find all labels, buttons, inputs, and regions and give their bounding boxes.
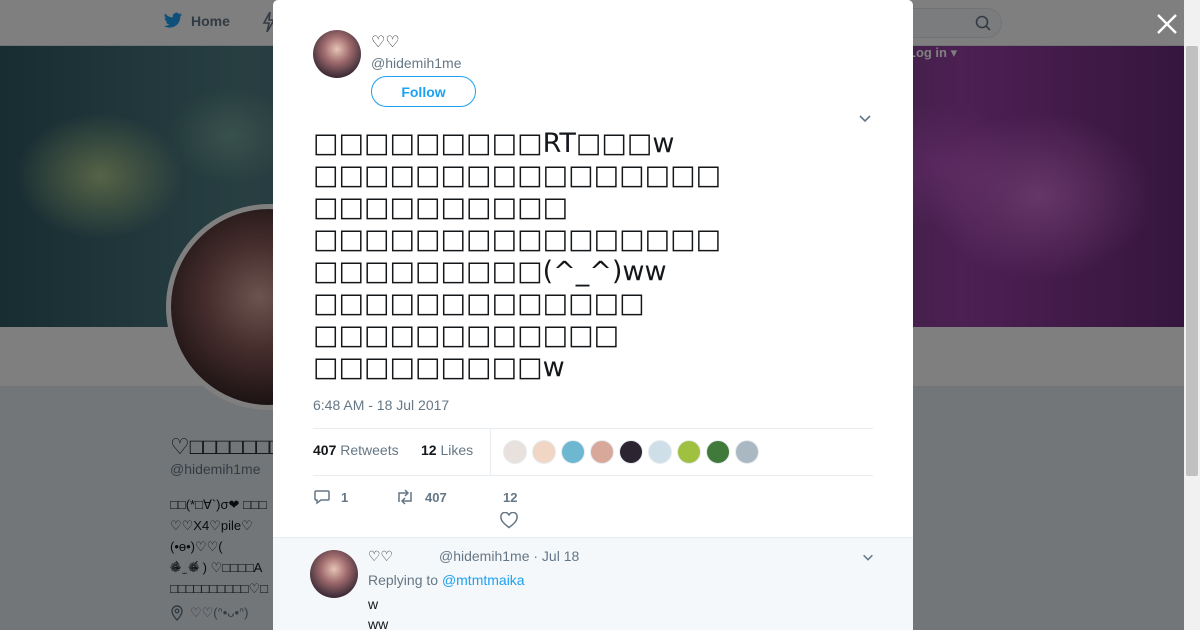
- retweets-count: 407: [313, 442, 337, 458]
- liker-avatar[interactable]: [648, 440, 672, 464]
- reply-button[interactable]: 1: [313, 488, 348, 506]
- retweet-count: 407: [425, 489, 447, 505]
- likes-label: Likes: [440, 442, 474, 458]
- tweet-text: □□□□□□□□□RT□□□w □□□□□□□□□□□□□□□□ □□□□□□□…: [313, 128, 722, 383]
- chevron-down-icon[interactable]: [861, 550, 875, 564]
- close-modal-button[interactable]: [1153, 10, 1181, 38]
- retweets-stat[interactable]: 407 Retweets: [313, 442, 399, 458]
- replying-to: Replying to @mtmtmaika: [368, 572, 525, 588]
- likes-count: 12: [421, 442, 437, 458]
- replying-prefix: Replying to: [368, 572, 439, 588]
- heart-icon[interactable]: [500, 512, 518, 529]
- tweet-author-avatar[interactable]: [313, 30, 361, 78]
- liker-avatar[interactable]: [706, 440, 730, 464]
- tweet-modal: ♡♡ @hidemih1me Follow □□□□□□□□□RT□□□w □□…: [273, 0, 913, 630]
- reply-text-line: w: [368, 596, 379, 612]
- tweet-stats: 407 Retweets 12 Likes: [313, 428, 873, 476]
- reply-icon: [314, 490, 330, 505]
- like-count[interactable]: 12: [503, 490, 517, 505]
- liker-avatar[interactable]: [677, 440, 701, 464]
- replying-to-link[interactable]: @mtmtmaika: [442, 572, 525, 588]
- liker-avatar[interactable]: [503, 440, 527, 464]
- tweet-author-name[interactable]: ♡♡: [371, 32, 400, 52]
- reply-author-handle-date[interactable]: @hidemih1me · Jul 18: [439, 548, 579, 564]
- retweet-button[interactable]: 407: [395, 488, 447, 506]
- liker-avatar[interactable]: [735, 440, 759, 464]
- reply-count: 1: [341, 489, 349, 505]
- retweets-label: Retweets: [340, 442, 399, 458]
- liker-avatar[interactable]: [590, 440, 614, 464]
- close-icon: [1157, 14, 1177, 34]
- page-scrollbar-thumb[interactable]: [1186, 46, 1198, 476]
- tweet-author-handle[interactable]: @hidemih1me: [371, 55, 461, 71]
- chevron-down-icon[interactable]: [857, 110, 873, 126]
- likes-stat[interactable]: 12 Likes: [421, 442, 473, 458]
- reply-author-name[interactable]: ♡♡: [368, 548, 393, 565]
- follow-button[interactable]: Follow: [371, 76, 476, 107]
- reply-text-line: ww: [368, 616, 389, 630]
- reply-tweet[interactable]: ♡♡ @hidemih1me · Jul 18 Replying to @mtm…: [273, 538, 913, 630]
- tweet-actions: 1 407 12: [313, 486, 873, 529]
- liker-avatar[interactable]: [619, 440, 643, 464]
- retweet-icon: [398, 489, 412, 505]
- reply-author-avatar[interactable]: [310, 550, 358, 598]
- liker-avatars: [503, 440, 759, 464]
- liker-avatar[interactable]: [532, 440, 556, 464]
- stats-divider: [490, 429, 491, 475]
- liker-avatar[interactable]: [561, 440, 585, 464]
- tweet-timestamp[interactable]: 6:48 AM - 18 Jul 2017: [313, 397, 449, 413]
